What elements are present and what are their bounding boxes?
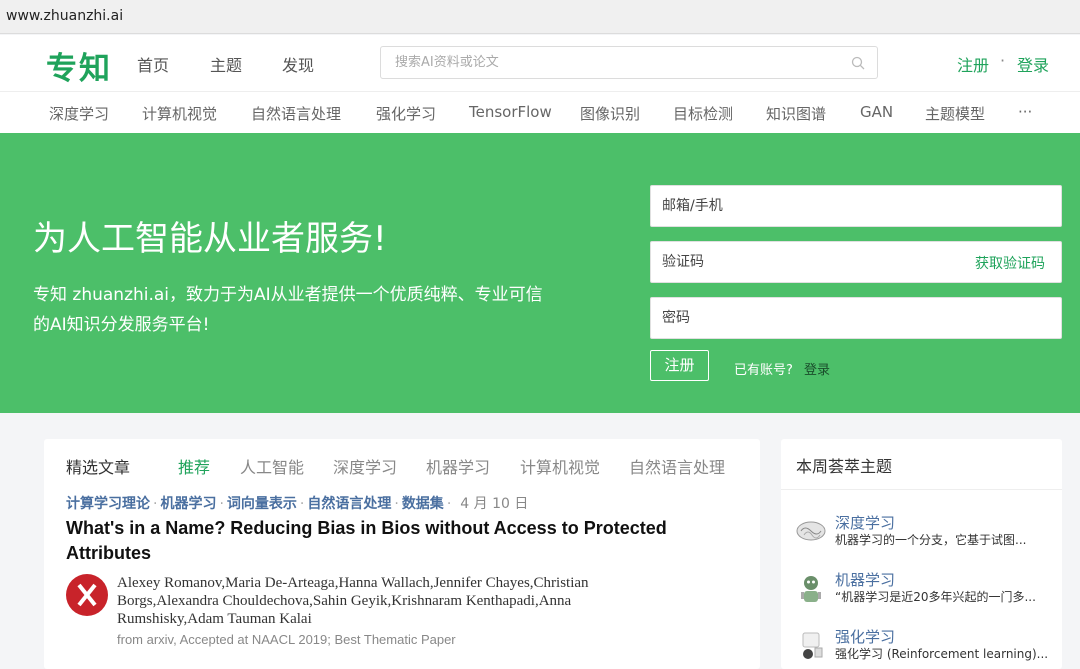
separator-dot: · <box>1000 51 1006 70</box>
has-account-label: 已有账号? <box>734 363 793 378</box>
password-field[interactable] <box>662 298 962 338</box>
get-code-button[interactable]: 获取验证码 <box>975 253 1045 273</box>
topics-title: 本周荟萃主题 <box>796 457 893 476</box>
category-gan[interactable]: GAN <box>860 103 893 121</box>
category-bar: 深度学习 计算机视觉 自然语言处理 强化学习 TensorFlow 图像识别 目… <box>0 91 1080 133</box>
tag-link[interactable]: 词向量表示 <box>227 496 297 512</box>
robot-icon <box>801 576 821 602</box>
category-knowledge-graph[interactable]: 知识图谱 <box>766 103 826 124</box>
category-nlp[interactable]: 自然语言处理 <box>251 103 341 124</box>
search-icon[interactable] <box>851 56 865 70</box>
topic-item[interactable]: 机器学习 “机器学习是近20多年兴起的一门多... <box>795 569 1055 609</box>
tab-deep-learning[interactable]: 深度学习 <box>333 454 397 478</box>
site-logo[interactable]: 专知 <box>46 43 112 88</box>
site-header: 专知 首页 主题 发现 注册 · 登录 <box>0 35 1080 91</box>
browser-url-bar[interactable]: www.zhuanzhi.ai <box>0 0 1080 34</box>
tag-link[interactable]: 计算学习理论 <box>66 496 150 512</box>
hero-banner: 为人工智能从业者服务! 专知 zhuanzhi.ai，致力于为AI从业者提供一个… <box>0 133 1080 413</box>
login-link[interactable]: 登录 <box>1017 52 1049 76</box>
panel-title: 精选文章 <box>66 458 131 477</box>
more-categories-button[interactable]: ··· <box>1018 103 1032 121</box>
category-object-detection[interactable]: 目标检测 <box>673 103 733 124</box>
search-box <box>380 46 878 79</box>
topic-desc: “机器学习是近20多年兴起的一门多... <box>835 590 1036 604</box>
email-field-wrap <box>650 185 1062 227</box>
article-title[interactable]: What's in a Name? Reducing Bias in Bios … <box>66 516 726 566</box>
password-field-wrap <box>650 297 1062 339</box>
article-date: 4 月 10 日 <box>460 496 529 512</box>
topic-item[interactable]: 深度学习 机器学习的一个分支，它基于试图... <box>795 512 1055 552</box>
nav-home[interactable]: 首页 <box>137 52 169 76</box>
category-topic-model[interactable]: 主题模型 <box>925 103 985 124</box>
featured-articles-panel: 精选文章 推荐 人工智能 深度学习 机器学习 计算机视觉 自然语言处理 计算学习… <box>44 439 760 669</box>
tab-recommended[interactable]: 推荐 <box>178 454 210 478</box>
search-input[interactable] <box>395 47 835 78</box>
topic-item[interactable]: 强化学习 强化学习 (Reinforcement learning)... <box>795 626 1055 666</box>
tag-link[interactable]: 机器学习 <box>160 496 216 512</box>
x-logo-icon <box>77 583 97 607</box>
hero-title: 为人工智能从业者服务! <box>33 219 387 259</box>
category-deep-learning[interactable]: 深度学习 <box>49 103 109 124</box>
email-field[interactable] <box>662 186 962 226</box>
topic-desc: 机器学习的一个分支，它基于试图... <box>835 533 1027 547</box>
nav-discover[interactable]: 发现 <box>282 52 314 76</box>
topic-name[interactable]: 强化学习 <box>835 626 895 647</box>
avatar <box>66 574 108 616</box>
hero-login-link[interactable]: 登录 <box>804 359 830 378</box>
category-tensorflow[interactable]: TensorFlow <box>469 103 552 121</box>
category-computer-vision[interactable]: 计算机视觉 <box>142 103 217 124</box>
verification-code-field[interactable] <box>662 242 962 282</box>
brain-icon <box>796 521 826 541</box>
tab-ai[interactable]: 人工智能 <box>240 454 304 478</box>
nav-topics[interactable]: 主题 <box>210 52 242 76</box>
register-link[interactable]: 注册 <box>957 52 989 76</box>
article-source: from arxiv, Accepted at NAACL 2019; Best… <box>117 632 456 647</box>
agent-icon <box>802 632 823 659</box>
code-field-wrap: 获取验证码 <box>650 241 1062 283</box>
topic-name[interactable]: 机器学习 <box>835 569 895 590</box>
tag-link[interactable]: 数据集 <box>402 496 444 512</box>
tab-computer-vision[interactable]: 计算机视觉 <box>520 454 600 478</box>
topic-desc: 强化学习 (Reinforcement learning)... <box>835 647 1049 661</box>
category-image-recognition[interactable]: 图像识别 <box>580 103 640 124</box>
topic-name[interactable]: 深度学习 <box>835 512 895 533</box>
tab-nlp[interactable]: 自然语言处理 <box>629 454 725 478</box>
weekly-topics-panel: 本周荟萃主题 深度学习 机器学习的一个分支，它基于试图... 机器学习 “机器学… <box>781 439 1062 669</box>
url-text: www.zhuanzhi.ai <box>6 8 124 24</box>
register-button[interactable]: 注册 <box>650 350 709 381</box>
article-tags: 计算学习理论 · 机器学习 · 词向量表示 · 自然语言处理 · 数据集 · 4 月 10 日 <box>66 496 529 512</box>
category-reinforcement-learning[interactable]: 强化学习 <box>376 103 436 124</box>
article-authors: Alexey Romanov,Maria De-Arteaga,Hanna Wa… <box>117 575 589 627</box>
divider <box>781 489 1062 490</box>
hero-description: 专知 zhuanzhi.ai，致力于为AI从业者提供一个优质纯粹、专业可信的AI… <box>33 285 543 335</box>
tag-link[interactable]: 自然语言处理 <box>307 496 391 512</box>
tab-machine-learning[interactable]: 机器学习 <box>426 454 490 478</box>
